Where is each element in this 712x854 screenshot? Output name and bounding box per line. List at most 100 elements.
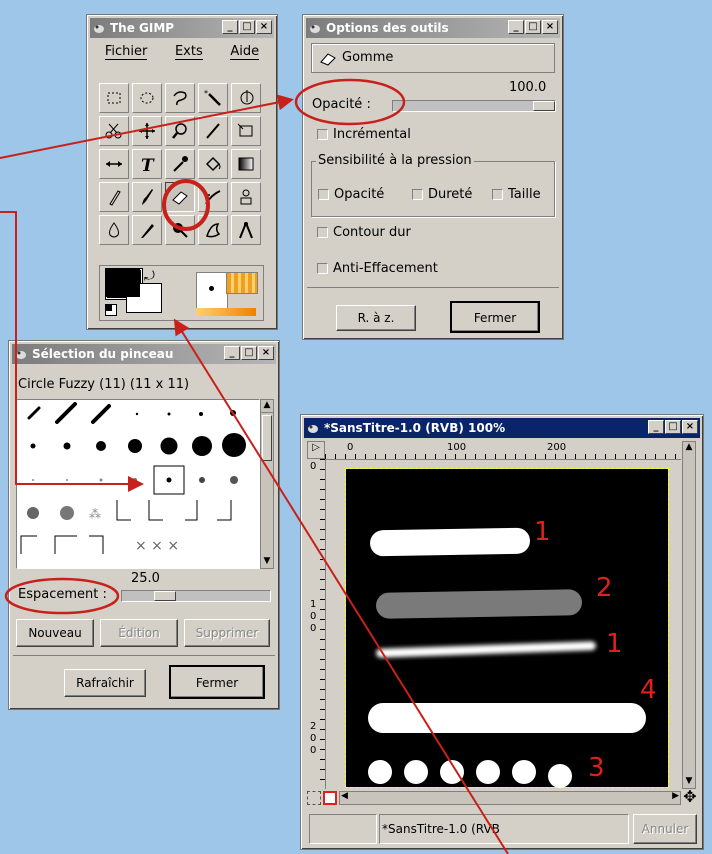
stroke-5-dots	[368, 758, 588, 788]
zoom-icon[interactable]	[165, 116, 195, 146]
minimize-button[interactable]: _	[222, 20, 238, 34]
scroll-thumb[interactable]	[262, 415, 272, 461]
active-gradient-preview[interactable]	[196, 308, 256, 316]
close-button[interactable]: ×	[256, 20, 272, 34]
top-ruler: 0 100 200	[325, 441, 681, 460]
stroke-label-5: 3	[588, 753, 605, 783]
pressure-size-checkbox[interactable]: Taille	[492, 187, 541, 202]
bucket-fill-icon[interactable]	[198, 149, 228, 179]
toolbox-titlebar[interactable]: The GIMP _ □ ×	[90, 18, 274, 38]
gimp-logo-icon	[308, 425, 318, 433]
delete-brush-button: Supprimer	[184, 619, 270, 647]
image-vscrollbar[interactable]: ▲ ▼	[682, 441, 696, 789]
text-icon[interactable]: T	[132, 149, 162, 179]
scroll-down-icon[interactable]: ▼	[261, 556, 273, 568]
tool-grid: * T	[99, 83, 264, 263]
scroll-up-icon[interactable]: ▲	[683, 442, 695, 454]
spacing-slider[interactable]	[121, 590, 271, 602]
refresh-button[interactable]: Rafraîchir	[64, 669, 146, 697]
scroll-right-icon[interactable]: ▶	[672, 791, 679, 801]
brush-grid[interactable]: ⁂ × × ×	[16, 399, 260, 569]
ellipse-select-icon[interactable]	[132, 83, 162, 113]
anti-erase-label: Anti-Effacement	[333, 261, 438, 276]
eraser-icon[interactable]	[165, 182, 195, 212]
lasso-icon[interactable]	[165, 83, 195, 113]
crop-icon[interactable]	[198, 116, 228, 146]
pencil-icon[interactable]	[99, 182, 129, 212]
opacity-slider[interactable]	[392, 100, 556, 112]
paintbrush-icon[interactable]	[132, 182, 162, 212]
maximize-button[interactable]: □	[241, 346, 257, 360]
stroke-2-gray	[375, 589, 583, 619]
menu-exts[interactable]: Exts	[174, 44, 203, 60]
incremental-label: Incrémental	[333, 127, 411, 142]
measure-icon[interactable]	[231, 215, 261, 245]
spacing-value: 25.0	[131, 571, 160, 586]
convolve-icon[interactable]	[99, 215, 129, 245]
default-colors-icon[interactable]	[105, 304, 117, 316]
brush-grid-scrollbar[interactable]: ▲ ▼	[260, 399, 274, 569]
brushes-close-button[interactable]: Fermer	[169, 665, 265, 699]
ink-icon[interactable]	[132, 215, 162, 245]
quickmask-on-icon[interactable]	[323, 791, 337, 805]
close-button[interactable]: ×	[682, 420, 698, 434]
spacing-slider-thumb[interactable]	[154, 591, 176, 601]
bezier-select-icon[interactable]	[231, 83, 261, 113]
flip-icon[interactable]	[99, 149, 129, 179]
toolbox-menubar: Fichier Exts Aide	[91, 40, 273, 64]
active-brush-preview[interactable]	[196, 272, 228, 310]
options-close-button[interactable]: Fermer	[450, 301, 540, 333]
reset-button[interactable]: R. à z.	[336, 305, 416, 331]
ruler-left-4: 2	[310, 721, 317, 732]
close-button[interactable]: ×	[542, 20, 558, 34]
swap-colors-icon[interactable]: ⤾	[144, 269, 155, 284]
hard-edge-checkbox[interactable]: Contour dur	[317, 225, 411, 240]
pressure-opacity-checkbox[interactable]: Opacité	[318, 187, 384, 202]
color-picker-icon[interactable]	[165, 149, 195, 179]
incremental-checkbox[interactable]: Incrémental	[317, 127, 411, 142]
scroll-left-icon[interactable]: ◀	[341, 791, 348, 801]
transform-icon[interactable]	[231, 116, 261, 146]
new-brush-button[interactable]: Nouveau	[16, 619, 94, 647]
ruler-left-5: 0	[310, 733, 317, 744]
minimize-button[interactable]: _	[648, 420, 664, 434]
minimize-button[interactable]: _	[224, 346, 240, 360]
menu-fichier[interactable]: Fichier	[104, 44, 148, 60]
maximize-button[interactable]: □	[665, 420, 681, 434]
image-titlebar[interactable]: *SansTitre-1.0 (RVB) 100% _ □ ×	[304, 418, 700, 438]
image-canvas[interactable]: 1 2 1 4 3	[345, 468, 669, 788]
active-pattern-preview[interactable]	[226, 272, 258, 294]
svg-text:T: T	[141, 156, 155, 174]
navigate-icon[interactable]: ✥	[682, 789, 698, 805]
magic-wand-icon[interactable]: *	[198, 83, 228, 113]
gimp-logo-icon	[16, 351, 26, 359]
anti-erase-checkbox[interactable]: Anti-Effacement	[317, 261, 438, 276]
options-titlebar[interactable]: Options des outils _ □ ×	[306, 18, 560, 38]
rect-select-icon[interactable]	[99, 83, 129, 113]
quickmask-off-icon[interactable]	[307, 791, 321, 805]
clone-icon[interactable]	[231, 182, 261, 212]
scroll-up-icon[interactable]: ▲	[261, 400, 273, 413]
maximize-button[interactable]: □	[239, 20, 255, 34]
maximize-button[interactable]: □	[525, 20, 541, 34]
dodge-burn-icon[interactable]	[165, 215, 195, 245]
menu-aide[interactable]: Aide	[230, 44, 260, 60]
move-icon[interactable]	[132, 116, 162, 146]
check-icon	[412, 189, 423, 200]
brush-previews: ⁂ × × ×	[20, 402, 246, 554]
image-hscrollbar[interactable]: ◀ ▶	[339, 791, 681, 805]
gimp-logo-icon	[94, 25, 104, 33]
airbrush-icon[interactable]	[198, 182, 228, 212]
minimize-button[interactable]: _	[508, 20, 524, 34]
ruler-left-2: 0	[310, 611, 317, 622]
opacity-slider-thumb[interactable]	[533, 101, 555, 111]
hard-edge-label: Contour dur	[333, 225, 411, 240]
scissors-icon[interactable]	[99, 116, 129, 146]
smudge-icon[interactable]	[198, 215, 228, 245]
stroke-4-white	[368, 703, 646, 733]
brushes-titlebar[interactable]: Sélection du pinceau _ □ ×	[12, 344, 276, 364]
close-button[interactable]: ×	[258, 346, 274, 360]
menu-arrow-icon[interactable]: ▷	[307, 441, 325, 459]
gradient-icon[interactable]	[231, 149, 261, 179]
pressure-hardness-checkbox[interactable]: Dureté	[412, 187, 472, 202]
